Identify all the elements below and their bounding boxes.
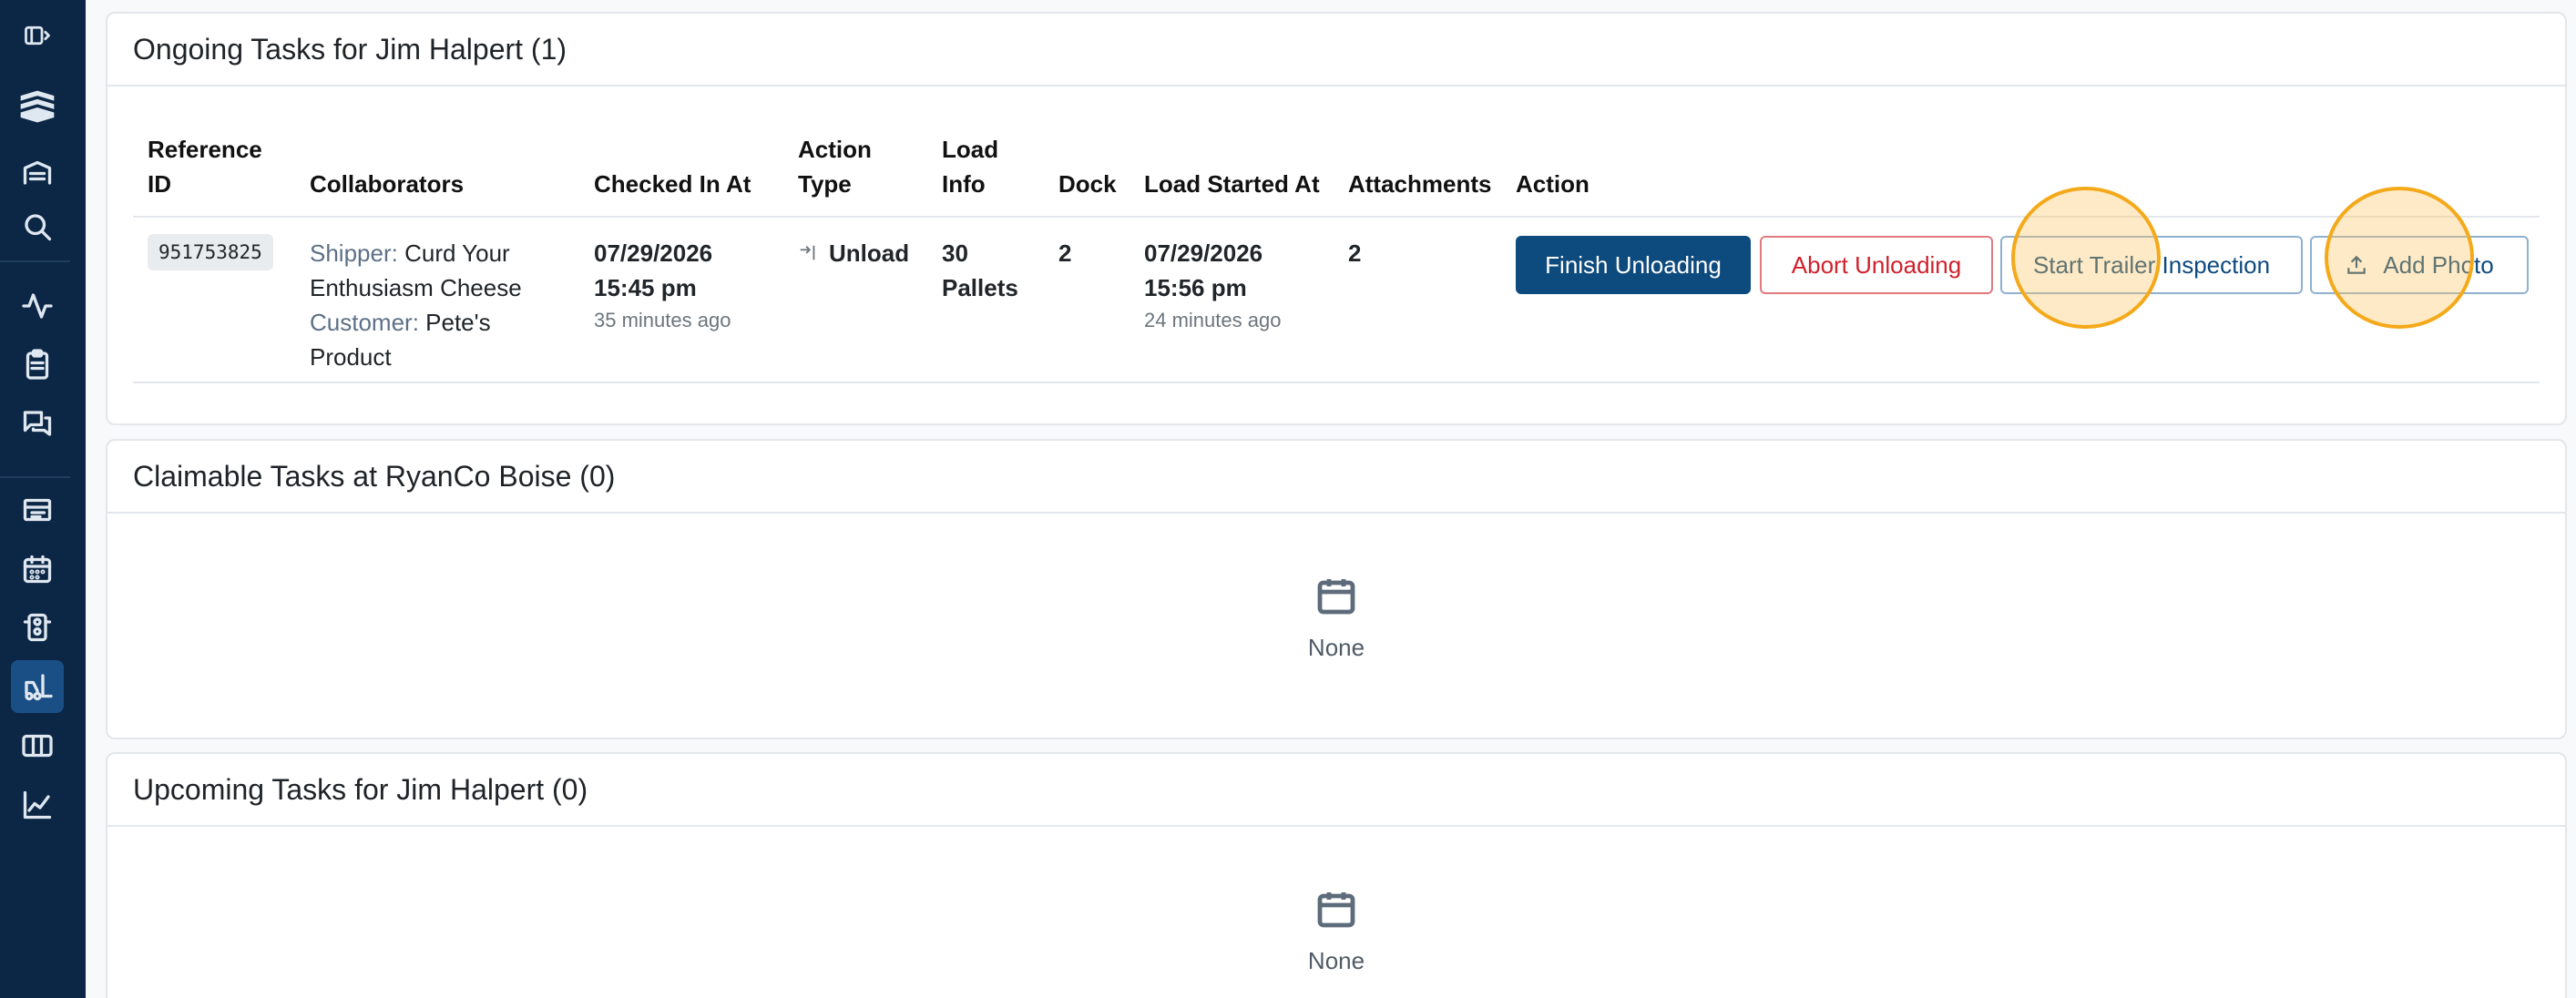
checked-in-cell: 07/29/2026 15:45 pm 35 minutes ago [594, 236, 731, 336]
customer-name: Pete's [425, 309, 491, 336]
messages-icon[interactable] [11, 397, 64, 450]
customer-name-cont: Product [310, 343, 392, 371]
analytics-icon[interactable] [11, 779, 64, 831]
reference-id-badge: 951753825 [148, 234, 273, 270]
checked-in-time: 15:45 pm [594, 274, 697, 301]
forklift-icon[interactable] [11, 660, 64, 713]
calendar-icon [1317, 892, 1355, 928]
sidebar [0, 0, 86, 998]
activity-icon[interactable] [11, 280, 64, 332]
unload-icon [800, 245, 815, 260]
column-attachments: Attachments [1348, 170, 1492, 198]
claimable-tasks-title: Claimable Tasks at RyanCo Boise (0) [107, 441, 2565, 514]
finish-unloading-button[interactable]: Finish Unloading [1516, 236, 1751, 294]
search-icon[interactable] [11, 200, 64, 253]
empty-state: None [107, 887, 2565, 975]
map-icon[interactable] [11, 719, 64, 772]
toggle-sidebar-icon[interactable] [11, 9, 64, 62]
warehouse-icon[interactable] [11, 146, 64, 199]
attachments-cell: 2 [1348, 239, 1362, 267]
shipper-name: Curd Your [404, 239, 510, 267]
dock-cell: 2 [1058, 239, 1072, 267]
action-type-cell: Unload [798, 236, 909, 270]
empty-state: None [107, 574, 2565, 662]
column-reference-id: Reference ID [148, 136, 262, 198]
column-load-started-at: Load Started At [1144, 170, 1320, 198]
add-photo-button[interactable]: Add Photo [2310, 236, 2529, 294]
checked-in-date: 07/29/2026 [594, 239, 713, 267]
customer-label: Customer: [310, 309, 419, 336]
column-dock: Dock [1058, 170, 1117, 198]
upcoming-tasks-card: Upcoming Tasks for Jim Halpert (0) None [106, 752, 2567, 998]
load-started-time: 15:56 pm [1144, 274, 1247, 301]
sidebar-divider [0, 260, 70, 262]
table-header: Reference ID Collaborators Checked In At… [133, 134, 2540, 218]
claimable-tasks-card: Claimable Tasks at RyanCo Boise (0) None [106, 439, 2567, 739]
shipper-label: Shipper: [310, 239, 398, 267]
upcoming-tasks-title: Upcoming Tasks for Jim Halpert (0) [107, 754, 2565, 827]
calendar-icon [1317, 579, 1355, 615]
checked-in-relative: 35 minutes ago [594, 309, 731, 331]
empty-state-text: None [1307, 634, 1365, 661]
collaborators-cell: Shipper: Curd Your Enthusiasm Cheese Cus… [310, 236, 522, 374]
action-type: Unload [829, 239, 910, 267]
table-row: 951753825 Shipper: Curd Your Enthusiasm … [133, 219, 2540, 383]
ongoing-tasks-title: Ongoing Tasks for Jim Halpert (1) [107, 14, 2565, 87]
clipboard-icon[interactable] [11, 338, 64, 391]
column-action-type: Action Type [798, 136, 872, 198]
start-trailer-inspection-button[interactable]: Start Trailer Inspection [2000, 236, 2303, 294]
shipper-name-cont: Enthusiasm Cheese [310, 274, 522, 301]
load-started-date: 07/29/2026 [1144, 239, 1263, 267]
logo-icon[interactable] [11, 81, 64, 134]
calendar-icon[interactable] [11, 543, 64, 596]
column-action: Action [1516, 170, 1590, 198]
column-checked-in-at: Checked In At [594, 170, 751, 198]
sidebar-divider [0, 476, 70, 478]
load-started-cell: 07/29/2026 15:56 pm 24 minutes ago [1144, 236, 1281, 336]
load-info-cell: 30 Pallets [942, 239, 1018, 301]
appointments-icon[interactable] [11, 484, 64, 536]
dock-icon[interactable] [11, 601, 64, 654]
abort-unloading-button[interactable]: Abort Unloading [1760, 236, 1993, 294]
upload-icon [2347, 255, 2366, 274]
add-photo-label: Add Photo [2383, 250, 2494, 279]
column-collaborators: Collaborators [310, 170, 465, 198]
column-load-info: Load Info [942, 136, 999, 198]
load-started-relative: 24 minutes ago [1144, 309, 1282, 331]
ongoing-tasks-card: Ongoing Tasks for Jim Halpert (1) Refere… [106, 12, 2567, 425]
empty-state-text: None [1307, 947, 1365, 974]
